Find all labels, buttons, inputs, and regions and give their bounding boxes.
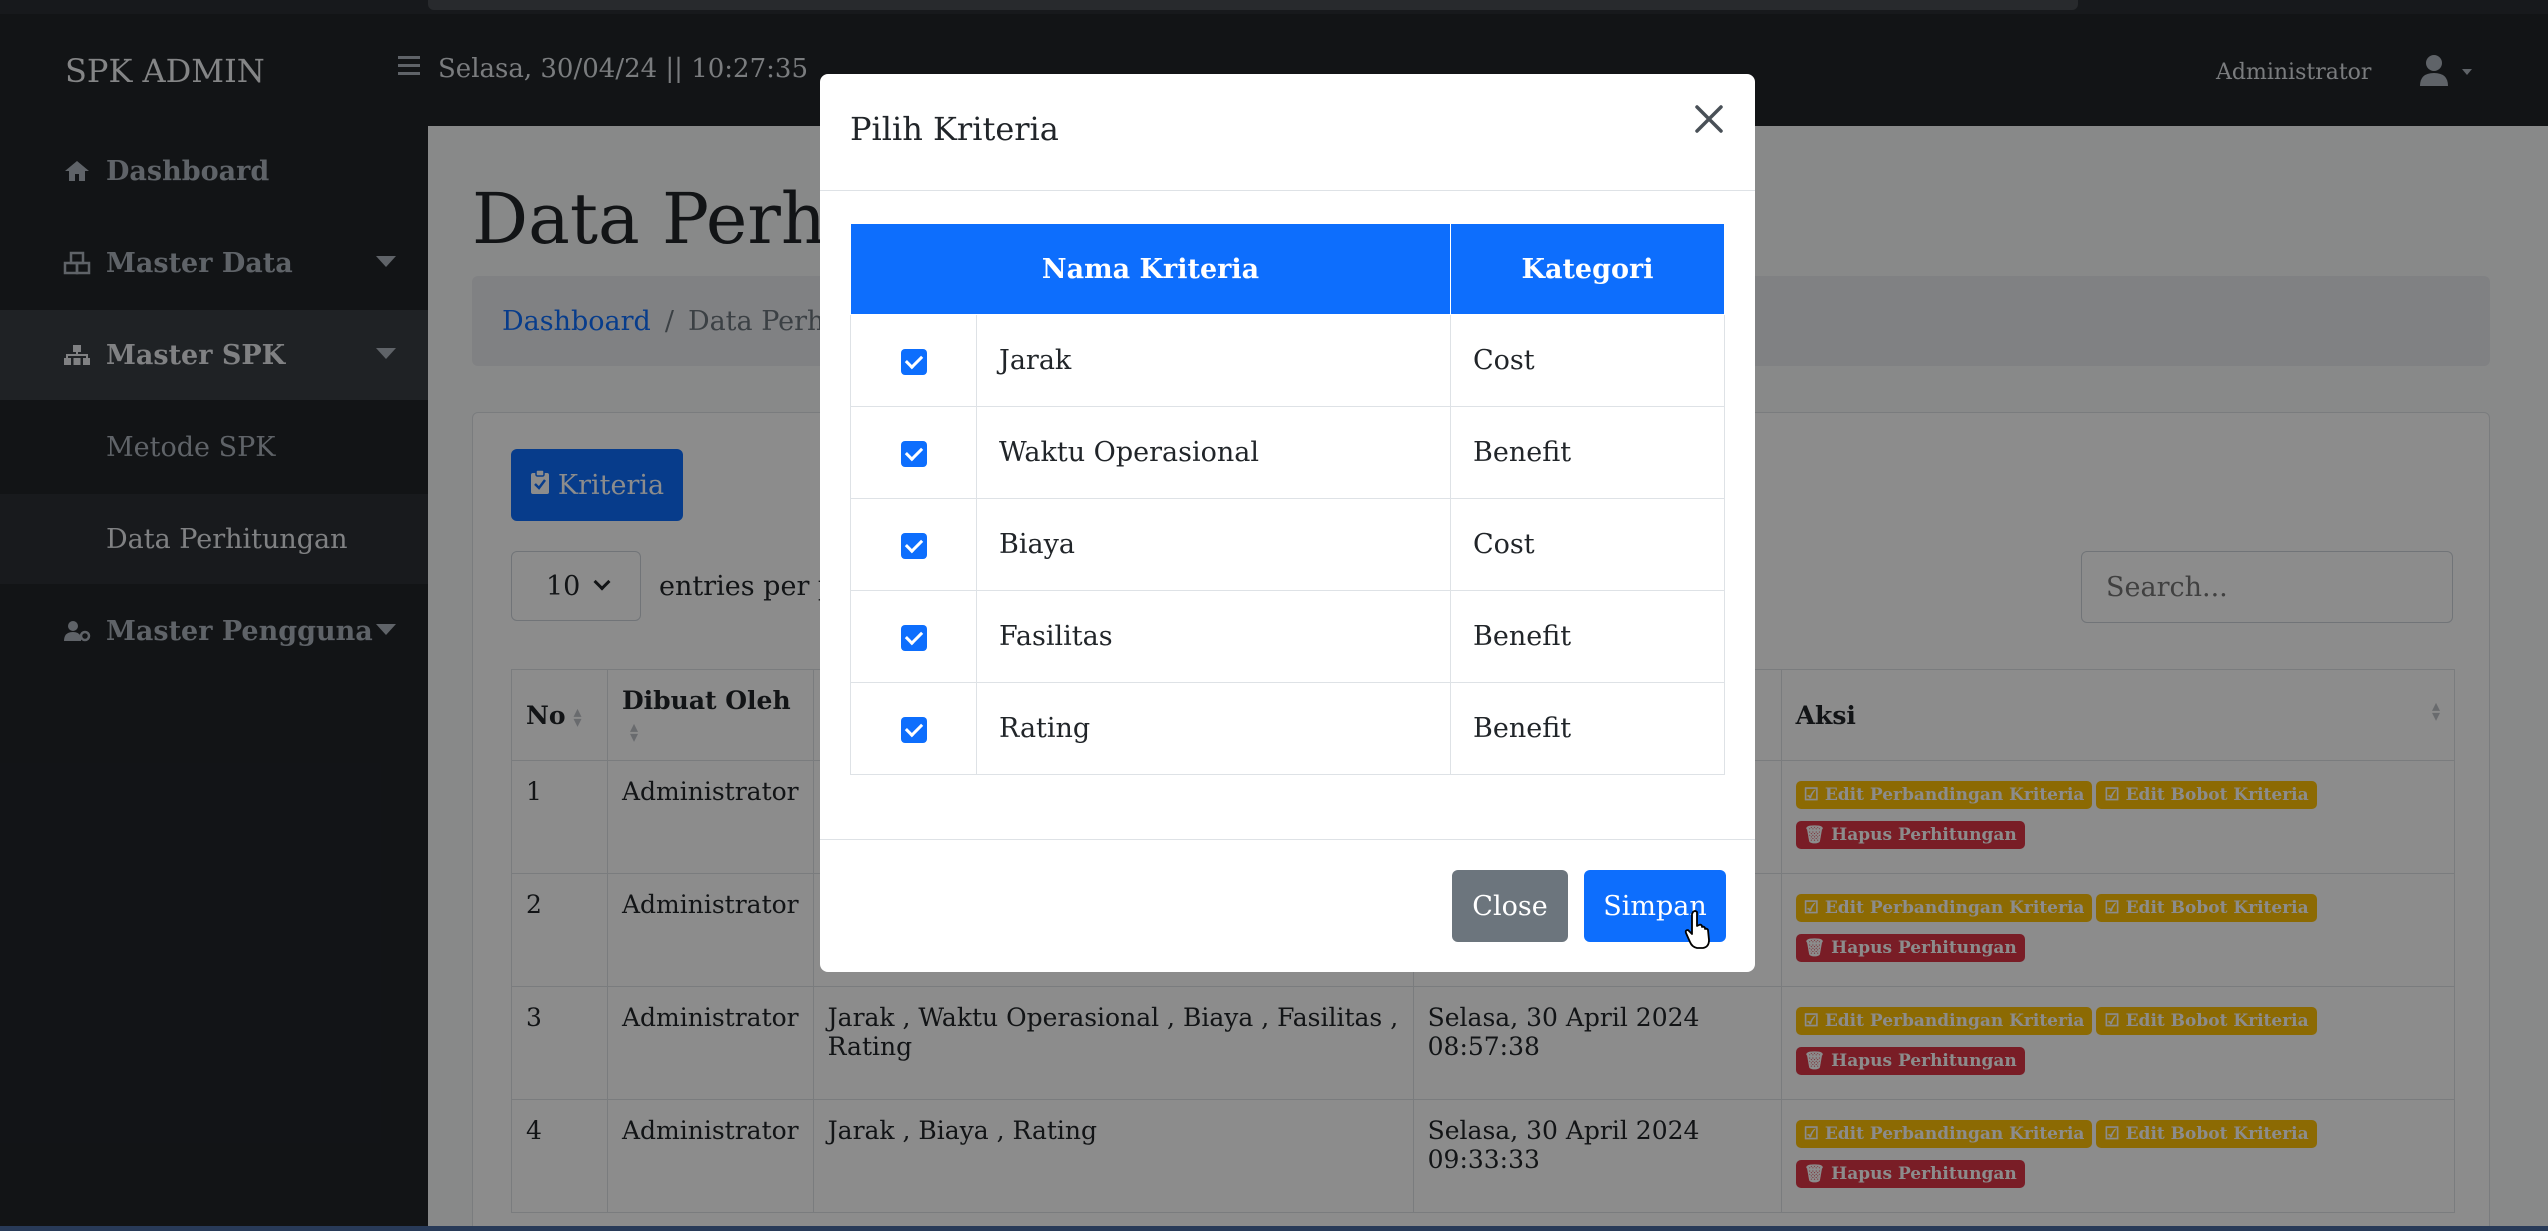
modal-footer-divider <box>820 839 1755 840</box>
kriteria-row: Waktu Operasional Benefit <box>850 406 1725 499</box>
kriteria-name: Biaya <box>976 498 1451 591</box>
kriteria-checkbox[interactable] <box>900 440 927 467</box>
kriteria-table: Nama Kriteria Kategori Jarak Cost Waktu … <box>850 223 1725 775</box>
kriteria-row: Biaya Cost <box>850 498 1725 591</box>
kriteria-row: Fasilitas Benefit <box>850 590 1725 683</box>
kriteria-kategori: Cost <box>1450 498 1725 591</box>
kriteria-checkbox[interactable] <box>900 624 927 651</box>
kriteria-name: Jarak <box>976 314 1451 407</box>
kriteria-kategori: Benefit <box>1450 590 1725 683</box>
modal-title: Pilih Kriteria <box>850 110 1059 148</box>
kriteria-checkbox[interactable] <box>900 532 927 559</box>
kriteria-checkbox[interactable] <box>900 348 927 375</box>
modal-header-divider <box>820 190 1755 191</box>
hand-pointer-icon <box>1684 910 1710 949</box>
close-button[interactable]: Close <box>1452 870 1568 942</box>
column-header-kategori: Kategori <box>1450 223 1725 315</box>
kriteria-row: Jarak Cost <box>850 314 1725 407</box>
kriteria-name: Waktu Operasional <box>976 406 1451 499</box>
kriteria-row: Rating Benefit <box>850 682 1725 775</box>
column-header-nama-kriteria: Nama Kriteria <box>850 223 1451 315</box>
kriteria-checkbox[interactable] <box>900 716 927 743</box>
kriteria-kategori: Benefit <box>1450 682 1725 775</box>
kriteria-name: Fasilitas <box>976 590 1451 683</box>
kriteria-kategori: Cost <box>1450 314 1725 407</box>
close-icon[interactable] <box>1688 98 1730 140</box>
kriteria-name: Rating <box>976 682 1451 775</box>
kriteria-kategori: Benefit <box>1450 406 1725 499</box>
pilih-kriteria-modal: Pilih Kriteria Nama Kriteria Kategori Ja… <box>820 74 1755 972</box>
